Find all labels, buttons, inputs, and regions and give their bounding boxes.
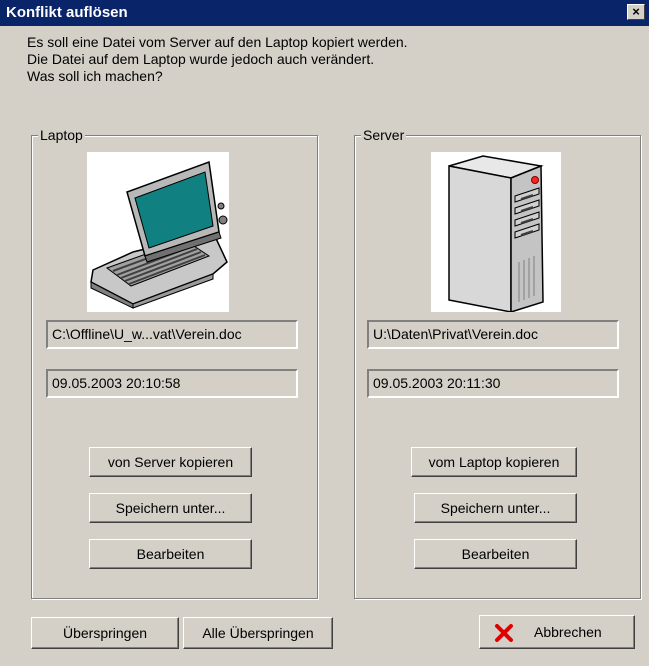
laptop-timestamp-field: 09.05.2003 20:10:58 xyxy=(46,369,298,398)
laptop-path-field: C:\Offline\U_w...vat\Verein.doc xyxy=(46,320,298,349)
server-timestamp-field: 09.05.2003 20:11:30 xyxy=(367,369,619,398)
message-line-3: Was soll ich machen? xyxy=(27,68,163,84)
title-bar[interactable]: Konflikt auflösen × xyxy=(0,0,649,26)
copy-from-server-button[interactable]: von Server kopieren xyxy=(89,447,252,477)
server-group-label: Server xyxy=(361,126,407,144)
server-tower-icon xyxy=(448,155,544,314)
message-line-1: Es soll eine Datei vom Server auf den La… xyxy=(27,34,408,50)
skip-button[interactable]: Überspringen xyxy=(31,617,179,649)
conflict-message: Es soll eine Datei vom Server auf den La… xyxy=(27,34,408,85)
server-group: Server U:\Daten\Privat\Verein.doc 09.05.… xyxy=(354,126,641,599)
window-title: Konflikt auflösen xyxy=(6,4,128,21)
cancel-button-label: Abbrechen xyxy=(534,624,602,640)
server-save-as-button[interactable]: Speichern unter... xyxy=(414,493,577,523)
close-button[interactable]: × xyxy=(627,4,645,20)
server-image xyxy=(431,152,561,314)
laptop-edit-button[interactable]: Bearbeiten xyxy=(89,539,252,569)
server-edit-button[interactable]: Bearbeiten xyxy=(414,539,577,569)
message-line-2: Die Datei auf dem Laptop wurde jedoch au… xyxy=(27,51,375,67)
server-path-field: U:\Daten\Privat\Verein.doc xyxy=(367,320,619,349)
copy-from-laptop-button[interactable]: vom Laptop kopieren xyxy=(411,447,577,477)
laptop-icon xyxy=(90,160,228,309)
laptop-image xyxy=(87,152,229,312)
laptop-group: Laptop C:\Offline\U_w...vat\Verein.doc 0… xyxy=(31,126,318,599)
laptop-save-as-button[interactable]: Speichern unter... xyxy=(89,493,252,523)
skip-all-button[interactable]: Alle Überspringen xyxy=(183,617,333,649)
laptop-group-label: Laptop xyxy=(38,126,85,144)
red-x-icon xyxy=(495,624,513,642)
close-icon: × xyxy=(632,4,640,19)
cancel-button[interactable]: Abbrechen xyxy=(479,615,635,649)
